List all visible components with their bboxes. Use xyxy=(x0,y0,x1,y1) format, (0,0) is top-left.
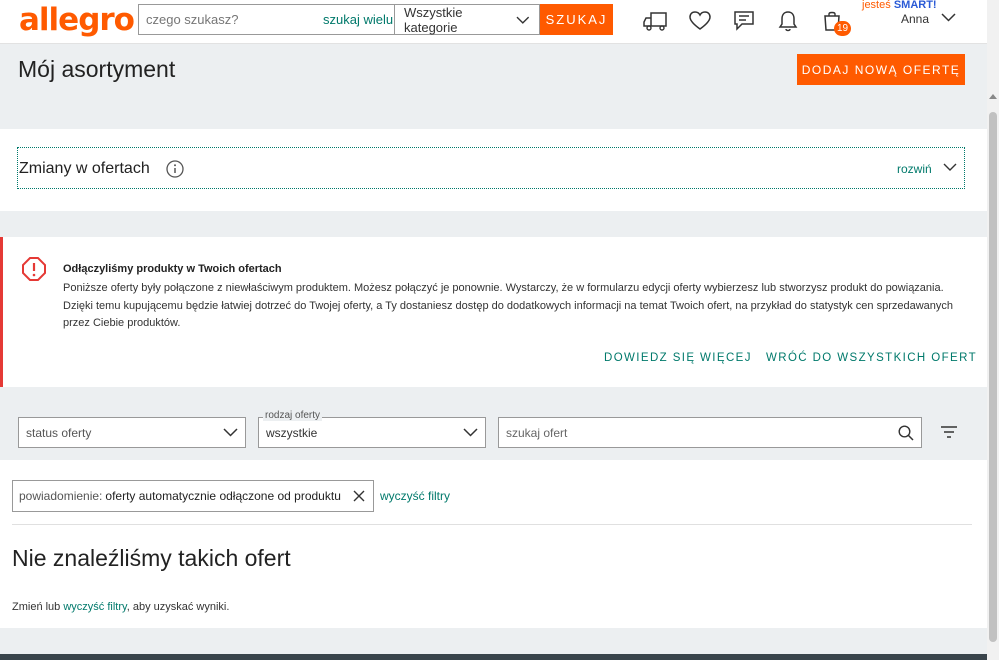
delivery-icon[interactable] xyxy=(634,8,678,34)
bell-icon[interactable] xyxy=(766,8,810,34)
smart-status[interactable]: jesteś SMART! xyxy=(862,0,937,11)
chevron-down-icon xyxy=(516,16,530,24)
scroll-up-arrow[interactable] xyxy=(989,94,997,99)
chevron-down-icon xyxy=(463,428,478,437)
chip-label: powiadomienie: xyxy=(19,489,103,503)
scroll-thumb[interactable] xyxy=(989,112,997,642)
top-bar: allegro szukaj wielu Wszystkie kategorie… xyxy=(0,0,987,44)
add-offer-button[interactable]: DODAJ NOWĄ OFERTĘ xyxy=(797,54,965,85)
allegro-logo[interactable]: allegro xyxy=(19,2,135,38)
alert-icon xyxy=(22,257,46,281)
chevron-down-icon[interactable] xyxy=(941,13,956,22)
chip-value: oferty automatycznie odłączone od produk… xyxy=(105,489,341,503)
alert-title: Odłączyliśmy produkty w Twoich ofertach xyxy=(63,263,282,275)
category-select[interactable]: Wszystkie kategorie xyxy=(394,4,540,35)
search-many-link[interactable]: szukaj wielu xyxy=(323,12,393,27)
learn-more-link[interactable]: DOWIEDZ SIĘ WIĘCEJ xyxy=(604,352,752,364)
clear-filters-link[interactable]: wyczyść filtry xyxy=(380,489,450,503)
offer-type-value: wszystkie xyxy=(266,425,318,440)
products-detached-alert: Odłączyliśmy produkty w Twoich ofertach … xyxy=(0,237,987,387)
smart-label: SMART! xyxy=(893,0,937,11)
changes-accordion[interactable]: Zmiany w ofertach rozwiń xyxy=(17,147,965,189)
close-icon[interactable] xyxy=(353,490,365,502)
no-results-title: Nie znaleźliśmy takich ofert xyxy=(12,545,291,571)
clear-filters-inline-link[interactable]: wyczyść filtry xyxy=(63,601,126,613)
category-value: Wszystkie kategorie xyxy=(404,4,463,35)
divider xyxy=(12,524,972,525)
status-filter-value: status oferty xyxy=(26,425,92,440)
search-icon[interactable] xyxy=(898,424,914,441)
scrollbar[interactable] xyxy=(987,0,999,660)
search-button[interactable]: SZUKAJ xyxy=(540,4,613,35)
offer-type-select[interactable]: wszystkie xyxy=(258,417,486,448)
no-results-text-before: Zmień lub xyxy=(12,601,61,613)
offer-search-input[interactable]: szukaj ofert xyxy=(498,417,922,448)
heart-icon[interactable] xyxy=(678,8,722,34)
status-filter-select[interactable]: status oferty xyxy=(18,417,246,448)
chevron-down-icon[interactable] xyxy=(943,163,957,171)
chevron-down-icon xyxy=(223,428,238,437)
no-results-text-after: , aby uzyskać wyniki. xyxy=(126,601,230,613)
smart-prefix: jesteś xyxy=(862,0,891,11)
search-bar: szukaj wielu Wszystkie kategorie SZUKAJ xyxy=(138,4,613,35)
back-to-all-offers-link[interactable]: WRÓĆ DO WSZYSTKICH OFERT xyxy=(766,352,977,364)
page-title: Mój asortyment xyxy=(18,56,176,82)
alert-text: Poniższe oferty były połączone z niewłaś… xyxy=(63,282,954,329)
no-results-text: Zmień lub wyczyść filtry, aby uzyskać wy… xyxy=(12,601,229,613)
offer-type-legend: rodzaj oferty xyxy=(263,410,323,421)
footer xyxy=(0,654,987,660)
cart-count-badge: 19 xyxy=(834,21,852,36)
sort-filter-icon[interactable] xyxy=(940,425,958,439)
cart-icon[interactable]: 19 xyxy=(810,8,854,36)
info-icon[interactable] xyxy=(166,160,184,178)
header-icons: 19 xyxy=(634,8,854,36)
expand-link[interactable]: rozwiń xyxy=(897,162,932,176)
active-filter-chip: powiadomienie: oferty automatycznie odłą… xyxy=(12,480,374,512)
messages-icon[interactable] xyxy=(722,8,766,34)
offer-search-placeholder: szukaj ofert xyxy=(506,425,568,440)
user-name[interactable]: Anna xyxy=(901,12,929,26)
changes-section: Zmiany w ofertach rozwiń xyxy=(0,129,987,211)
changes-title: Zmiany w ofertach xyxy=(19,160,150,177)
